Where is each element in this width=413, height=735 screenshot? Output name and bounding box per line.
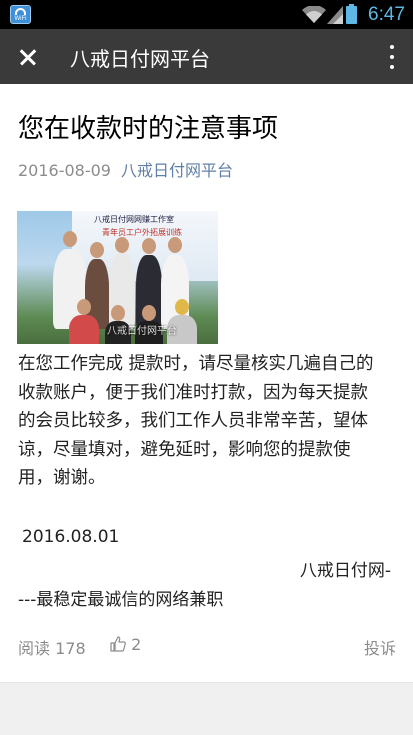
signature-line-1: 八戒日付网- [299,561,391,581]
body-line: 用，谢谢。 [18,468,106,488]
photo-person-head [90,242,104,258]
banner-line-2: 青年员工户外拓展训练 [102,228,182,237]
photo-person-head [142,238,156,254]
publish-date: 2016-08-09 [18,161,111,180]
wifi-signal-icon [302,6,326,23]
read-number: 178 [55,639,86,658]
signature-line-2: ---最稳定最诚信的网络兼职 [18,590,224,610]
banner-line-1: 八戒日付网网赚工作室 [94,215,174,224]
body-line: 谅，尽量填对，避免延时，影响您的提款使 [18,439,351,460]
body-line: 的会员比较多，我们工作人员非常辛苦，望体 [18,411,368,431]
article-body: 在您工作完成 提款时，请尽量核实几遍自己的 收款账户，便于我们准时打款，因为每天… [18,350,396,493]
status-bar: WiFi 6:47 [0,0,413,29]
photo-person-head [175,299,189,315]
cell-signal-icon [327,6,343,24]
like-button[interactable]: 2 [110,635,141,654]
thumbs-up-icon [110,636,126,652]
more-vertical-icon[interactable] [385,39,399,75]
read-label: 阅读 [18,639,51,658]
body-line: 在您工作完成 提款时，请尽量核实几遍自己的 [18,354,374,374]
read-count: 阅读 178 [18,635,86,659]
app-bar: 八戒日付网平台 [0,29,413,84]
photo-person [69,315,99,344]
photo-person-head [168,237,182,253]
author-link[interactable]: 八戒日付网平台 [121,161,233,180]
photo-person-head [142,305,156,321]
article-footer: 阅读 178 2 投诉 [18,635,396,659]
battery-icon [346,4,357,24]
like-number: 2 [131,635,142,654]
signature-date: 2016.08.01 [22,527,120,547]
photo-person-head [63,231,77,247]
photo-watermark: 八戒日付网平台 [107,326,177,337]
article-photo[interactable]: 八戒日付网网赚工作室 青年员工户外拓展训练 八戒日付网平台 [17,211,218,344]
body-line: 收款账户，便于我们准时打款，因为每天提款 [18,382,368,403]
photo-person-head [77,299,91,315]
article-title: 您在收款时的注意事项 [18,114,279,144]
article-content: 您在收款时的注意事项 2016-08-09 八戒日付网平台 八戒日付网网赚工作室 … [0,84,413,682]
app-bar-title: 八戒日付网平台 [70,47,210,71]
wifi-app-icon: WiFi [10,5,31,24]
photo-person-head [111,305,125,321]
close-icon[interactable] [8,37,48,77]
article-meta: 2016-08-09 八戒日付网平台 [18,157,233,181]
photo-person-head [115,237,129,253]
page-bottom-area [0,682,413,735]
clock: 6:47 [368,4,405,25]
report-link[interactable]: 投诉 [364,635,396,659]
